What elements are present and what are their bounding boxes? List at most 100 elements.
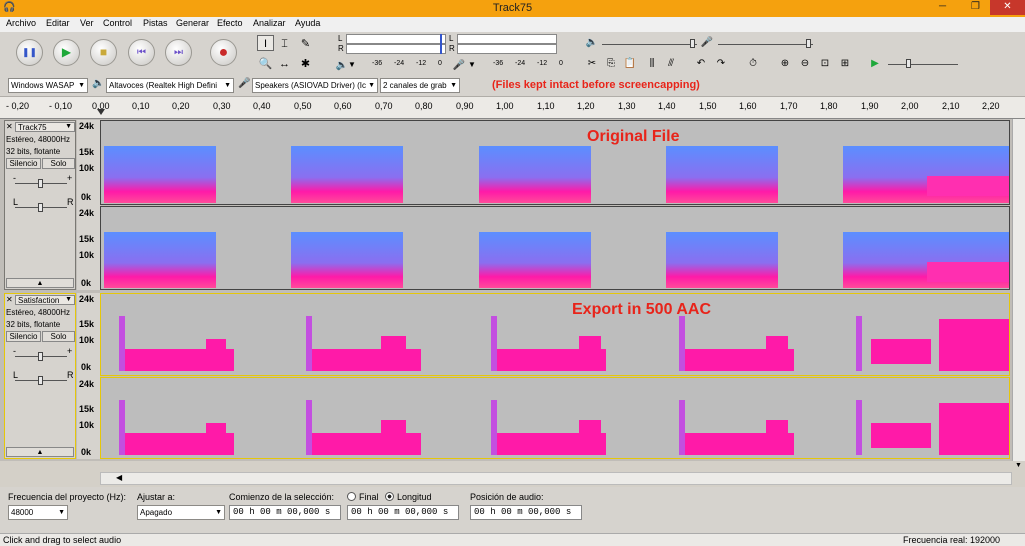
- playback-volume-thumb[interactable]: [690, 39, 695, 48]
- meter-l-label-2: L: [449, 34, 454, 43]
- menu-efecto[interactable]: Efecto: [217, 18, 243, 28]
- play-scale-12: -12: [537, 60, 548, 67]
- fit-selection-icon[interactable]: ⊡: [816, 55, 834, 72]
- pan-slider-thumb[interactable]: [38, 203, 43, 212]
- pause-icon: ❚❚: [21, 47, 38, 57]
- record-meter-right[interactable]: [346, 44, 446, 54]
- close-track-icon[interactable]: ✕: [6, 122, 13, 131]
- play-speed-thumb[interactable]: [906, 59, 911, 68]
- cut-icon[interactable]: ✂: [583, 55, 601, 72]
- silence-icon[interactable]: ⫻: [662, 55, 680, 72]
- stop-button[interactable]: ■: [90, 39, 117, 66]
- redo-icon[interactable]: ↷: [712, 55, 730, 72]
- channels-select[interactable]: 2 canales de grab ▼: [380, 78, 460, 93]
- minimize-button[interactable]: ─: [930, 0, 955, 15]
- gain-slider-thumb[interactable]: [38, 179, 43, 188]
- maximize-button[interactable]: ❐: [963, 0, 988, 15]
- record-button[interactable]: ●: [210, 39, 237, 66]
- copy-icon[interactable]: ⎘: [602, 55, 620, 72]
- freq-label: 24k: [79, 294, 95, 304]
- spectrogram-channel[interactable]: [100, 377, 1010, 459]
- menu-ver[interactable]: Ver: [80, 18, 94, 28]
- rec-scale-24: -24: [394, 60, 405, 67]
- recording-device-select[interactable]: Speakers (ASIOVAD Driver) (Ic ▼: [252, 78, 378, 93]
- envelope-tool[interactable]: ⌶: [276, 35, 293, 51]
- window-title: Track75: [492, 2, 533, 14]
- length-radio[interactable]: [385, 492, 394, 501]
- trim-icon[interactable]: ⫼: [643, 55, 661, 72]
- play-at-speed-icon[interactable]: ▶: [866, 55, 884, 72]
- fit-project-icon[interactable]: ⊞: [836, 55, 854, 72]
- zoom-out-icon[interactable]: ⊖: [796, 55, 814, 72]
- track-info-format: Estéreo, 48000Hz: [6, 308, 71, 317]
- menu-pistas[interactable]: Pistas: [143, 18, 168, 28]
- gain-slider-thumb[interactable]: [38, 352, 43, 361]
- menu-ayuda[interactable]: Ayuda: [295, 18, 320, 28]
- undo-icon[interactable]: ↶: [692, 55, 710, 72]
- ruler-tick: - 0,20: [6, 101, 30, 111]
- scroll-left-icon[interactable]: ◀: [116, 473, 122, 482]
- mute-button[interactable]: Silencio: [6, 331, 41, 342]
- close-button[interactable]: ✕: [990, 0, 1025, 15]
- rec-scale-36: -36: [372, 60, 383, 67]
- selection-start-label: Comienzo de la selección:: [229, 492, 335, 502]
- play-meter-right[interactable]: [457, 44, 557, 54]
- playback-volume-slider[interactable]: [602, 44, 697, 45]
- skip-to-end-button[interactable]: ⏭: [165, 39, 192, 66]
- snap-to-select[interactable]: Apagado ▼: [137, 505, 225, 520]
- menu-control[interactable]: Control: [103, 18, 132, 28]
- end-radio[interactable]: [347, 492, 356, 501]
- multi-tool[interactable]: ✱: [297, 55, 314, 71]
- horizontal-scrollbar[interactable]: [100, 472, 1012, 485]
- track-name-menu[interactable]: Satisfaction ▼: [15, 295, 75, 305]
- play-speed-slider[interactable]: [888, 64, 958, 65]
- ruler-tick: 0,80: [415, 101, 433, 111]
- collapse-track-button[interactable]: ▲: [6, 447, 74, 457]
- spectrogram-channel[interactable]: [100, 206, 1010, 290]
- collapse-track-button[interactable]: ▲: [6, 278, 74, 288]
- spectrogram-channel[interactable]: [100, 293, 1010, 376]
- audio-position-field[interactable]: 00 h 00 m 00,000 s: [470, 505, 582, 520]
- menu-analizar[interactable]: Analizar: [253, 18, 286, 28]
- vertical-scrollbar[interactable]: [1012, 119, 1025, 461]
- timeline-ruler[interactable]: - 0,20 - 0,10 0,00 0,10 0,20 0,30 0,40 0…: [0, 97, 1025, 119]
- selection-tool[interactable]: I: [257, 35, 274, 51]
- solo-button[interactable]: Solo: [42, 158, 75, 169]
- play-button[interactable]: ▶: [53, 39, 80, 66]
- pause-button[interactable]: ❚❚: [16, 39, 43, 66]
- chevron-down-icon-2[interactable]: ▼: [468, 60, 476, 69]
- menu-archivo[interactable]: Archivo: [6, 18, 36, 28]
- menu-generar[interactable]: Generar: [176, 18, 209, 28]
- selection-start-field[interactable]: 00 h 00 m 00,000 s: [229, 505, 341, 520]
- audio-host-select[interactable]: Windows WASAP ▼: [8, 78, 88, 93]
- solo-button[interactable]: Solo: [42, 331, 75, 342]
- length-radio-label[interactable]: Longitud: [397, 492, 432, 502]
- close-track-icon[interactable]: ✕: [6, 295, 13, 304]
- draw-tool[interactable]: ✎: [297, 35, 314, 51]
- timeshift-tool[interactable]: ↔: [276, 55, 293, 71]
- menu-editar[interactable]: Editar: [46, 18, 70, 28]
- rec-scale-0: 0: [438, 60, 442, 67]
- playback-device-select[interactable]: Altavoces (Realtek High Defini ▼: [106, 78, 234, 93]
- zoom-in-icon[interactable]: ⊕: [776, 55, 794, 72]
- scroll-down-icon[interactable]: ▼: [1013, 462, 1024, 472]
- pan-slider-thumb[interactable]: [38, 376, 43, 385]
- track-name-menu[interactable]: Track75 ▼: [15, 122, 75, 132]
- recording-volume-slider[interactable]: [718, 44, 813, 45]
- recording-volume-thumb[interactable]: [806, 39, 811, 48]
- spectrogram-channel[interactable]: [100, 120, 1010, 205]
- record-meter-left[interactable]: [346, 34, 446, 44]
- freq-label: 15k: [79, 319, 95, 329]
- microphone-meter-icon[interactable]: 🎤: [450, 57, 468, 74]
- skip-to-start-button[interactable]: ⏮: [128, 39, 155, 66]
- mute-button[interactable]: Silencio: [6, 158, 41, 169]
- play-meter-left[interactable]: [457, 34, 557, 44]
- chevron-down-icon[interactable]: ▼: [348, 60, 356, 69]
- paste-icon[interactable]: 📋: [621, 55, 639, 72]
- sync-lock-icon[interactable]: ⏱: [744, 55, 762, 72]
- zoom-tool[interactable]: 🔍: [257, 55, 274, 71]
- selection-length-field[interactable]: 00 h 00 m 00,000 s: [347, 505, 459, 520]
- end-radio-label[interactable]: Final: [359, 492, 379, 502]
- project-rate-select[interactable]: 48000 ▼: [8, 505, 68, 520]
- freq-label: 10k: [79, 335, 95, 345]
